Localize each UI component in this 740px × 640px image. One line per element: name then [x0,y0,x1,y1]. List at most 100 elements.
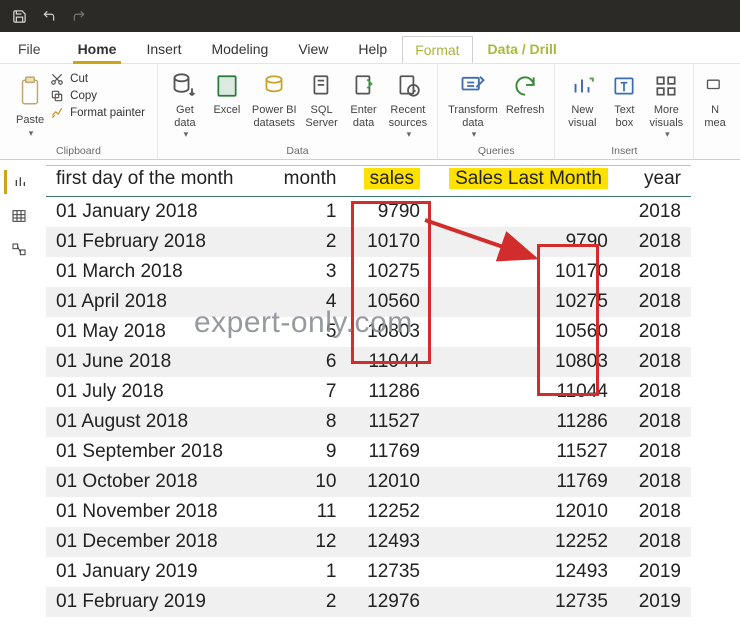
report-view-button[interactable] [4,170,35,194]
cell-month: 2 [270,227,346,257]
data-view-button[interactable] [5,204,33,228]
cell-date: 01 September 2018 [46,437,270,467]
group-truncated: N mea [694,64,735,159]
cell-last: 9790 [430,227,618,257]
cell-last: 11044 [430,377,618,407]
paste-button[interactable]: Paste [6,68,48,139]
table-row[interactable]: 01 October 20181012010117692018 [46,467,691,497]
enter-data-button[interactable]: Enter data [343,68,385,131]
cell-year: 2018 [618,377,691,407]
tab-insert[interactable]: Insert [131,35,196,63]
col-sales[interactable]: sales [346,166,430,197]
cell-date: 01 November 2018 [46,497,270,527]
col-first-day[interactable]: first day of the month [46,166,270,197]
table-row[interactable]: 01 December 20181212493122522018 [46,527,691,557]
recent-sources-button[interactable]: Recent sources [385,68,432,142]
tab-home[interactable]: Home [63,35,132,63]
cell-month: 3 [270,257,346,287]
redo-icon[interactable] [71,9,87,23]
cell-month: 8 [270,407,346,437]
cell-sales: 12976 [346,587,430,617]
tab-help[interactable]: Help [343,35,402,63]
new-visual-button[interactable]: New visual [561,68,603,131]
col-month[interactable]: month [270,166,346,197]
cell-month: 7 [270,377,346,407]
save-icon[interactable] [12,9,27,24]
tab-file[interactable]: File [16,35,63,63]
cut-button[interactable]: Cut [50,72,145,86]
table-row[interactable]: 01 January 2019112735124932019 [46,557,691,587]
undo-icon[interactable] [41,9,57,23]
tab-view[interactable]: View [283,35,343,63]
table-row[interactable]: 01 March 2018310275101702018 [46,257,691,287]
cell-month: 1 [270,197,346,228]
cell-last: 12252 [430,527,618,557]
get-data-button[interactable]: Get data [164,68,206,142]
table-row[interactable]: 01 August 2018811527112862018 [46,407,691,437]
data-table-wrap: first day of the month month sales Sales… [46,165,740,617]
table-row[interactable]: 01 February 201821017097902018 [46,227,691,257]
cell-year: 2019 [618,587,691,617]
cell-year: 2018 [618,227,691,257]
cell-last: 10275 [430,287,618,317]
format-painter-button[interactable]: Format painter [50,106,145,120]
table-row[interactable]: 01 April 2018410560102752018 [46,287,691,317]
database-arrow-icon [171,70,199,102]
table-row[interactable]: 01 January 2018197902018 [46,197,691,228]
table-row[interactable]: 01 September 2018911769115272018 [46,437,691,467]
excel-icon [214,70,240,102]
pbi-datasets-button[interactable]: Power BI datasets [248,68,301,131]
refresh-icon [512,70,538,102]
cell-sales: 10170 [346,227,430,257]
cell-month: 12 [270,527,346,557]
cell-sales: 11769 [346,437,430,467]
col-sales-last-month[interactable]: Sales Last Month [430,166,618,197]
transform-icon [459,70,487,102]
cell-last: 12493 [430,557,618,587]
cell-date: 01 May 2018 [46,317,270,347]
excel-button[interactable]: Excel [206,68,248,119]
text-box-button[interactable]: Text box [603,68,645,131]
more-visuals-button[interactable]: More visuals [645,68,687,142]
model-view-button[interactable] [5,238,33,262]
table-row[interactable]: 01 July 2018711286110442018 [46,377,691,407]
data-table[interactable]: first day of the month month sales Sales… [46,165,691,617]
cell-sales: 12010 [346,467,430,497]
clipboard-icon [17,72,43,112]
chevron-down-icon [27,127,34,140]
cell-last: 12010 [430,497,618,527]
cell-sales: 12252 [346,497,430,527]
sql-server-button[interactable]: SQL Server [301,68,343,131]
copy-button[interactable]: Copy [50,89,145,103]
ribbon: Paste Cut Copy Format painter Clipboard [0,64,740,160]
table-row[interactable]: 01 June 2018611044108032018 [46,347,691,377]
tab-modeling[interactable]: Modeling [196,35,283,63]
cell-month: 6 [270,347,346,377]
cell-date: 01 February 2019 [46,587,270,617]
table-row[interactable]: 01 May 2018510803105602018 [46,317,691,347]
cell-sales: 10275 [346,257,430,287]
cell-date: 01 January 2018 [46,197,270,228]
cell-sales: 12735 [346,557,430,587]
group-insert-label: Insert [611,143,637,159]
group-data: Get data Excel Power BI datasets SQL Ser… [158,64,438,159]
cell-date: 01 April 2018 [46,287,270,317]
cell-year: 2018 [618,347,691,377]
pbi-icon [261,70,287,102]
cell-date: 01 February 2018 [46,227,270,257]
tab-format[interactable]: Format [402,36,472,63]
cell-month: 2 [270,587,346,617]
tab-data-drill[interactable]: Data / Drill [473,35,572,63]
cell-month: 1 [270,557,346,587]
transform-data-button[interactable]: Transform data [444,68,502,142]
cell-date: 01 October 2018 [46,467,270,497]
cell-date: 01 March 2018 [46,257,270,287]
refresh-button[interactable]: Refresh [502,68,549,119]
new-measure-button[interactable]: N mea [700,68,729,131]
cell-date: 01 July 2018 [46,377,270,407]
enter-data-icon [351,70,377,102]
table-row[interactable]: 01 November 20181112252120102018 [46,497,691,527]
col-year[interactable]: year [618,166,691,197]
table-row[interactable]: 01 February 2019212976127352019 [46,587,691,617]
cell-year: 2018 [618,197,691,228]
